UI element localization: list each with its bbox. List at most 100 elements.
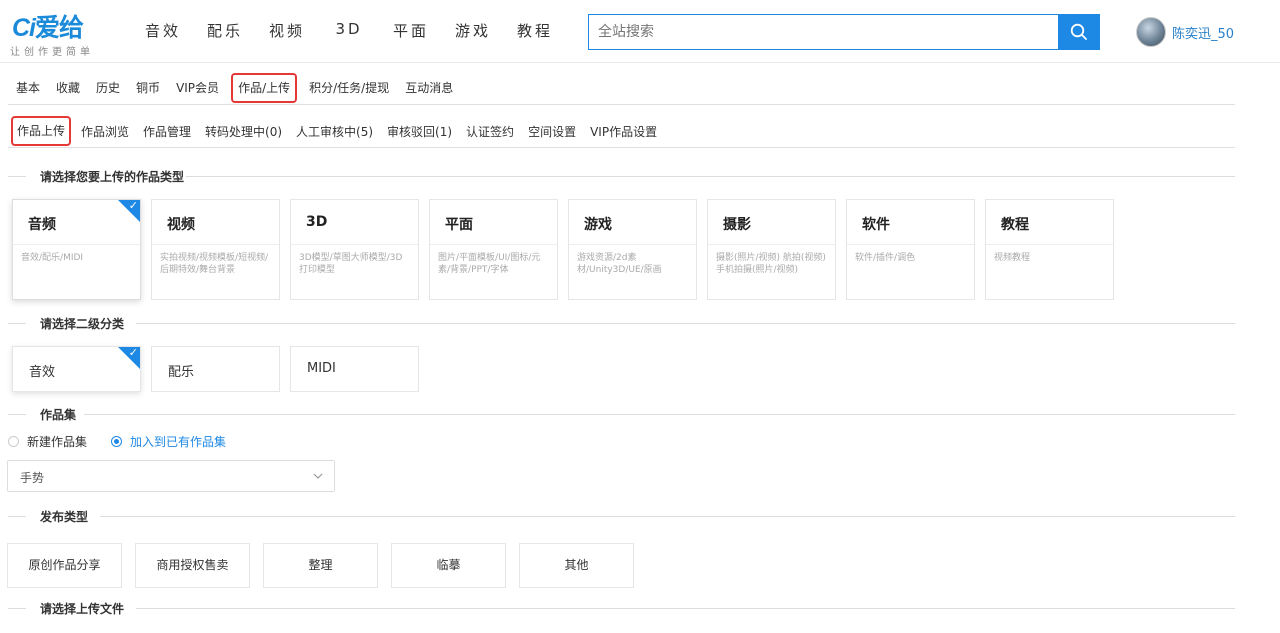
section-heading-publish: 发布类型 — [8, 508, 1235, 525]
category-title: 游戏 — [584, 217, 612, 233]
tab[interactable]: 基本 — [8, 70, 48, 106]
divider — [8, 414, 26, 415]
publish-type-button[interactable]: 原创作品分享 — [7, 543, 122, 588]
logo-text: 爱给 — [35, 14, 84, 42]
divider — [708, 244, 835, 245]
divider — [136, 323, 1235, 324]
divider — [8, 176, 26, 177]
check-icon: ✓ — [128, 199, 138, 212]
tab[interactable]: 互动消息 — [397, 70, 461, 106]
user-menu[interactable]: 陈奕迅_50 — [1136, 17, 1234, 47]
divider — [186, 176, 1235, 177]
category-card[interactable]: 3D 3D模型/草图大师模型/3D打印模型 — [290, 199, 419, 300]
category-description: 摄影(照片/视频) 航拍(视频) 手机拍摄(照片/视频) — [716, 253, 826, 275]
category-card[interactable]: 摄影摄影(照片/视频) 航拍(视频) 手机拍摄(照片/视频) — [707, 199, 836, 300]
collection-radio-group: 新建作品集 加入到已有作品集 — [8, 433, 250, 450]
category-card[interactable]: 教程 视频教程 — [985, 199, 1114, 300]
category-title: 视频 — [167, 217, 195, 233]
nav-item[interactable]: 游戏 — [442, 20, 504, 41]
nav-item[interactable]: 3D — [318, 20, 380, 41]
publish-type-button[interactable]: 临摹 — [391, 543, 506, 588]
category-title: 教程 — [1001, 217, 1029, 233]
tab-active[interactable]: 作品/上传 — [231, 73, 298, 103]
category-description: 实拍视频/视频模板/短视频/后期特效/舞台背景 — [160, 253, 269, 275]
divider — [136, 608, 1235, 609]
category-description: 视频教程 — [994, 253, 1031, 263]
section-label: 请选择您要上传的作品类型 — [40, 168, 185, 185]
radio-dot[interactable] — [8, 436, 19, 447]
nav-item[interactable]: 视频 — [256, 20, 318, 41]
divider — [8, 323, 26, 324]
avatar[interactable] — [1136, 17, 1166, 47]
search-button[interactable] — [1058, 14, 1100, 50]
subtab-active[interactable]: 作品上传 — [11, 116, 72, 146]
category-card[interactable]: 平面 图片/平面模板/UI/图标/元素/背景/PPT/字体 — [429, 199, 558, 300]
tab[interactable]: 积分/任务/提现 — [301, 70, 397, 106]
logo-mark: Ci爱给 — [12, 8, 84, 44]
search-icon — [1070, 23, 1087, 40]
category-description: 图片/平面模板/UI/图标/元素/背景/PPT/字体 — [438, 253, 541, 275]
divider — [986, 244, 1113, 245]
publish-type-button[interactable]: 其他 — [519, 543, 634, 588]
divider — [8, 608, 26, 609]
nav-item[interactable]: 音效 — [132, 20, 194, 41]
site-logo[interactable]: Ci爱给 让创作更简单 — [10, 8, 112, 58]
radio-label: 新建作品集 — [27, 435, 88, 449]
divider — [8, 104, 1235, 105]
publish-type-button[interactable]: 整理 — [263, 543, 378, 588]
subtab[interactable]: VIP作品设置 — [583, 123, 664, 140]
divider — [8, 516, 26, 517]
primary-tabs: 基本 收藏 历史 铜币 VIP会员 作品/上传 积分/任务/提现 互动消息 — [8, 70, 461, 106]
nav-item[interactable]: 配乐 — [194, 20, 256, 41]
nav-item[interactable]: 平面 — [380, 20, 442, 41]
subcategory-card[interactable]: 配乐 — [151, 346, 280, 392]
subcategory-label: 配乐 — [168, 365, 195, 380]
tab[interactable]: 收藏 — [48, 70, 88, 106]
category-card[interactable]: 软件 软件/插件/调色 — [846, 199, 975, 300]
section-heading-collection: 作品集 — [8, 406, 1235, 423]
check-icon: ✓ — [128, 346, 138, 359]
username[interactable]: 陈奕迅_50 — [1172, 23, 1234, 42]
subtab[interactable]: 审核驳回(1) — [380, 123, 459, 140]
section-heading-upload: 请选择上传文件 — [8, 600, 1235, 617]
search-bar — [588, 14, 1100, 50]
subtab[interactable]: 认证签约 — [459, 123, 521, 140]
subtab[interactable]: 人工审核中(5) — [289, 123, 380, 140]
divider — [847, 244, 974, 245]
collection-radio[interactable]: 新建作品集 — [8, 433, 87, 450]
subtab[interactable]: 作品浏览 — [74, 123, 136, 140]
subcategory-card[interactable]: MIDI — [290, 346, 419, 392]
subcategory-label: MIDI — [307, 361, 336, 376]
publish-type-button[interactable]: 商用授权售卖 — [135, 543, 250, 588]
category-description: 软件/插件/调色 — [855, 253, 916, 263]
category-description: 游戏资源/2d素材/Unity3D/UE/原画 — [577, 253, 662, 275]
category-title: 摄影 — [723, 217, 751, 233]
section-label: 发布类型 — [40, 508, 89, 525]
category-description: 音效/配乐/MIDI — [21, 253, 84, 263]
tab[interactable]: VIP会员 — [168, 70, 227, 106]
divider — [430, 244, 557, 245]
nav-item[interactable]: 教程 — [504, 20, 566, 41]
category-title: 音频 — [28, 217, 56, 233]
secondary-tabs: 作品上传 作品浏览 作品管理 转码处理中(0) 人工审核中(5) 审核驳回(1) 认证签约空… — [8, 115, 664, 147]
subtab[interactable]: 转码处理中(0) — [198, 123, 289, 140]
site-header: Ci爱给 让创作更简单 音效配乐视频3D平面游戏教程 陈奕迅_50 — [0, 0, 1280, 63]
subtab[interactable]: 空间设置 — [521, 123, 583, 140]
collection-select[interactable]: 手势 — [7, 460, 335, 492]
category-card[interactable]: 音频音效/配乐/MIDI ✓ — [12, 199, 141, 300]
logo-slogan: 让创作更简单 — [10, 47, 94, 58]
divider — [100, 516, 1235, 517]
section-label: 请选择二级分类 — [40, 315, 125, 332]
search-input[interactable] — [588, 14, 1059, 50]
subcategory-card[interactable]: 音效 ✓ — [12, 346, 141, 392]
subtab[interactable]: 作品管理 — [136, 123, 198, 140]
tab[interactable]: 历史 — [88, 70, 128, 106]
tab[interactable]: 铜币 — [128, 70, 168, 106]
category-card[interactable]: 游戏游戏资源/2d素材/Unity3D/UE/原画 — [568, 199, 697, 300]
category-card[interactable]: 视频实拍视频/视频模板/短视频/后期特效/舞台背景 — [151, 199, 280, 300]
collection-radio[interactable]: 加入到已有作品集 — [111, 433, 226, 450]
category-description: 3D模型/草图大师模型/3D打印模型 — [299, 253, 403, 275]
logo-ci: Ci — [12, 14, 36, 42]
radio-dot[interactable] — [111, 436, 123, 447]
section-label: 请选择上传文件 — [40, 600, 125, 617]
